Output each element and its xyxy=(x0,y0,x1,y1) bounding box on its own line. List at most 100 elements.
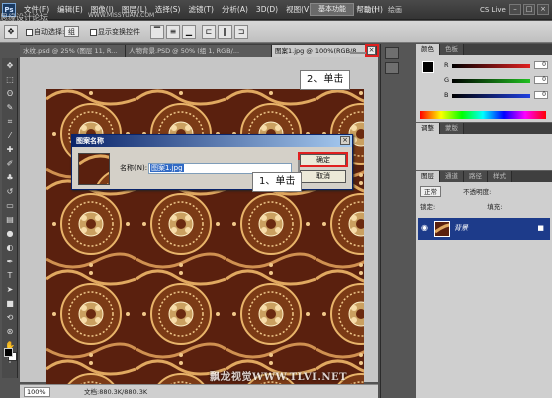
align-bottom-icon[interactable]: ▁ xyxy=(182,25,196,39)
show-transform-option[interactable]: 显示变换控件 xyxy=(90,25,140,39)
dialog-title: 图案名称 xyxy=(76,137,104,145)
toolbox: ✥ ⬚ ʘ ✎ ⌗ ⁄ ✚ ✐ ♣ ↺ ▭ ▤ ● ◐ ✒ T ➤ ■ ⟲ ⊛ … xyxy=(2,58,18,378)
pattern-thumbnail xyxy=(78,153,110,185)
dodge-icon[interactable]: ◐ xyxy=(3,241,17,254)
lasso-icon[interactable]: ʘ xyxy=(3,87,17,100)
eye-icon[interactable]: ◉ xyxy=(421,223,431,233)
history-brush-icon[interactable]: ↺ xyxy=(3,185,17,198)
blend-mode-select[interactable]: 正常 xyxy=(420,186,441,197)
slider-r[interactable]: R 0 xyxy=(444,61,550,70)
lock-row: 锁定: 填充: xyxy=(420,202,502,213)
ok-highlight-box xyxy=(298,152,348,167)
zoom-field[interactable]: 100% xyxy=(24,387,50,397)
marquee-icon[interactable]: ⬚ xyxy=(3,73,17,86)
foreground-color-swatch[interactable] xyxy=(4,348,13,357)
align-right-icon[interactable]: ⊐ xyxy=(234,25,248,39)
opacity-label: 不透明度: xyxy=(463,188,492,196)
lock-label: 锁定: xyxy=(420,203,436,211)
actions-panel-icon[interactable] xyxy=(385,62,399,74)
slider-r-value[interactable]: 0 xyxy=(534,61,548,69)
slider-g-track[interactable] xyxy=(452,79,530,83)
healing-icon[interactable]: ✚ xyxy=(3,143,17,156)
slider-g-value[interactable]: 0 xyxy=(534,76,548,84)
move-tool-icon[interactable]: ✥ xyxy=(4,25,18,39)
tab-adjustments[interactable]: 调整 xyxy=(416,123,440,134)
history-panel-icon[interactable] xyxy=(385,47,399,59)
menu-edit[interactable]: 编辑(E) xyxy=(53,0,87,20)
tab-layers[interactable]: 图层 xyxy=(416,171,440,182)
document-info[interactable]: 文档:880.3K/880.3K xyxy=(84,387,147,397)
slider-g[interactable]: G 0 xyxy=(444,76,550,85)
slider-r-track[interactable] xyxy=(452,64,530,68)
move-icon[interactable]: ✥ xyxy=(3,59,17,72)
slider-b-track[interactable] xyxy=(452,94,530,98)
show-transform-checkbox[interactable] xyxy=(90,28,97,36)
tab-swatches[interactable]: 色板 xyxy=(440,44,464,55)
workspace-button[interactable]: 基本功能 xyxy=(310,3,354,16)
tab-masks[interactable]: 蒙版 xyxy=(440,123,464,134)
tab-channels[interactable]: 通道 xyxy=(440,171,464,182)
tab-styles[interactable]: 样式 xyxy=(488,171,512,182)
3d-orbit-icon[interactable]: ⊛ xyxy=(3,325,17,338)
color-spectrum[interactable] xyxy=(420,111,546,119)
slider-b-value[interactable]: 0 xyxy=(534,91,548,99)
align-top-icon[interactable]: ▔ xyxy=(150,25,164,39)
panel-fg-swatch[interactable] xyxy=(422,61,434,73)
name-input-value: 图案1.jpg xyxy=(150,164,184,172)
callout-step2: 2、单击 xyxy=(300,70,351,90)
color-panel: R 0 G 0 B 0 xyxy=(416,55,552,122)
gradient-icon[interactable]: ▤ xyxy=(3,213,17,226)
brush-icon[interactable]: ✐ xyxy=(3,157,17,170)
tab-person-bg-psd[interactable]: 人物背景.PSD @ 50% (组 1, RGB/... xyxy=(126,45,272,57)
cancel-button[interactable]: 取消 xyxy=(300,170,346,183)
align-left-icon[interactable]: ⊏ xyxy=(202,25,216,39)
workspace-painting[interactable]: 绘画 xyxy=(388,0,402,20)
close-icon[interactable]: × xyxy=(537,4,549,15)
status-bar: 100% 文档:880.3K/880.3K xyxy=(20,384,378,398)
slider-g-label: G xyxy=(444,76,450,84)
tab-paths[interactable]: 路径 xyxy=(464,171,488,182)
align-center-icon[interactable]: ‖ xyxy=(218,25,232,39)
layer-name: 背景 xyxy=(454,224,468,232)
pen-icon[interactable]: ✒ xyxy=(3,255,17,268)
eraser-icon[interactable]: ▭ xyxy=(3,199,17,212)
auto-select-value: 组 xyxy=(64,26,79,37)
path-select-icon[interactable]: ➤ xyxy=(3,283,17,296)
quick-select-icon[interactable]: ✎ xyxy=(3,101,17,114)
menu-3d[interactable]: 3D(D) xyxy=(252,0,282,20)
menu-analysis[interactable]: 分析(A) xyxy=(218,0,252,20)
tab-pattern-jpg[interactable]: 图案1.jpg @ 100%(RGB/8 xyxy=(272,45,366,57)
auto-select-checkbox[interactable] xyxy=(26,28,33,36)
3d-rotate-icon[interactable]: ⟲ xyxy=(3,311,17,324)
cs-live-button[interactable]: CS Live xyxy=(480,4,506,16)
tab-color[interactable]: 颜色 xyxy=(416,44,440,55)
layer-thumbnail xyxy=(434,221,450,237)
lock-icon: ■ xyxy=(537,224,544,232)
auto-select-option[interactable]: 自动选择: xyxy=(26,25,64,39)
watermark-bottom: 飘龙视觉WWW.TLVI.NET xyxy=(210,372,348,383)
crop-icon[interactable]: ⌗ xyxy=(3,115,17,128)
auto-select-label: 自动选择: xyxy=(34,28,65,36)
menu-filter[interactable]: 滤镜(T) xyxy=(185,0,218,20)
adjust-panel-tabs: 调整 蒙版 xyxy=(416,123,552,134)
auto-select-dropdown[interactable]: 组 xyxy=(64,25,79,39)
layers-panel: 正常 不透明度: 锁定: 填充: ◉ 背景 ■ xyxy=(416,182,552,398)
blur-icon[interactable]: ● xyxy=(3,227,17,240)
minimize-icon[interactable]: – xyxy=(509,4,521,15)
dialog-close-icon[interactable]: × xyxy=(340,136,350,145)
stamp-icon[interactable]: ♣ xyxy=(3,171,17,184)
menu-select[interactable]: 选择(S) xyxy=(151,0,185,20)
slider-b[interactable]: B 0 xyxy=(444,91,550,100)
tab-water-psd[interactable]: 水纹.psd @ 25% (图层 11, R... xyxy=(20,45,126,57)
align-middle-icon[interactable]: ≡ xyxy=(166,25,180,39)
callout-step1: 1、单击 xyxy=(252,172,303,192)
blend-mode-row: 正常 不透明度: xyxy=(420,186,491,197)
workspace-design[interactable]: 设计 xyxy=(364,0,378,20)
type-icon[interactable]: T xyxy=(3,269,17,282)
maximize-icon[interactable]: □ xyxy=(523,4,535,15)
shape-icon[interactable]: ■ xyxy=(3,297,17,310)
layer-background[interactable]: ◉ 背景 ■ xyxy=(418,218,550,240)
eyedropper-icon[interactable]: ⁄ xyxy=(3,129,17,142)
right-panels: 颜色 色板 R 0 G 0 B 0 调整 蒙版 图层 通道 路径 样式 正常 不… xyxy=(416,44,552,398)
document-tab-bar: 水纹.psd @ 25% (图层 11, R... 人物背景.PSD @ 50%… xyxy=(20,44,378,57)
